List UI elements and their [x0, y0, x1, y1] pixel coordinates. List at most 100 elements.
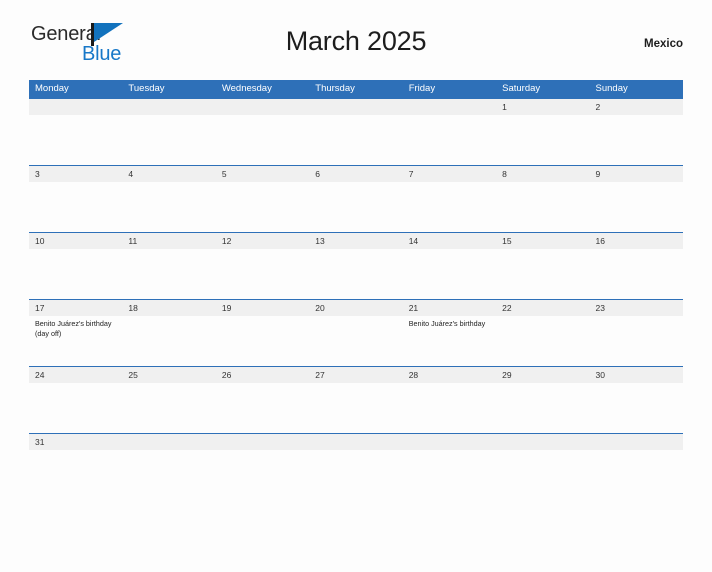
day-number [122, 434, 216, 450]
day-events: Benito Juárez's birthday (day off) [29, 316, 122, 338]
holiday-event-label: Benito Juárez's birthday (day off) [35, 319, 112, 338]
weekday-header-saturday: Saturday [502, 83, 541, 94]
calendar-week-row: 24 25 26 27 28 29 30 [29, 366, 683, 433]
calendar-day-cell[interactable]: 31 [29, 434, 123, 453]
day-number: 14 [402, 233, 497, 249]
calendar-day-cell[interactable]: 17 Benito Juárez's birthday (day off) [29, 300, 123, 366]
day-number: 28 [402, 367, 497, 383]
day-number [589, 434, 683, 450]
calendar-day-cell[interactable]: 21 Benito Juárez's birthday [402, 300, 497, 366]
calendar-day-cell[interactable]: 30 [589, 367, 683, 433]
weekday-header-wednesday: Wednesday [221, 83, 272, 94]
day-number [402, 434, 497, 450]
day-number: 13 [309, 233, 403, 249]
day-number: 16 [589, 233, 683, 249]
day-number [402, 99, 497, 115]
day-number: 7 [402, 166, 497, 182]
calendar-weeks: 1 2 3 4 5 6 7 8 9 10 11 12 13 14 15 16 17 Benito Juárez's… [29, 98, 683, 453]
calendar-day-cell[interactable]: 2 [589, 99, 683, 165]
day-number: 8 [496, 166, 590, 182]
calendar-day-cell[interactable]: 10 [29, 233, 123, 299]
calendar-day-cell[interactable]: 25 [122, 367, 216, 433]
day-number: 29 [496, 367, 590, 383]
day-number: 3 [29, 166, 123, 182]
calendar-weekday-header: Monday Tuesday Wednesday Thursday Friday… [29, 80, 683, 98]
day-number: 30 [589, 367, 683, 383]
day-number: 12 [215, 233, 310, 249]
calendar-day-cell[interactable]: 20 [309, 300, 403, 366]
calendar-week-row: 31 [29, 433, 683, 453]
day-number [122, 99, 216, 115]
calendar-empty-cell [589, 434, 683, 453]
weekday-header-thursday: Thursday [315, 83, 355, 94]
calendar-empty-cell [496, 434, 590, 453]
day-number: 25 [122, 367, 216, 383]
calendar-day-cell[interactable]: 6 [309, 166, 403, 232]
day-number: 15 [496, 233, 590, 249]
day-number [309, 434, 403, 450]
page-header: General Blue March 2025 Mexico [29, 22, 683, 74]
weekday-header-monday: Monday [35, 83, 69, 94]
calendar-day-cell[interactable]: 8 [496, 166, 590, 232]
day-number: 24 [29, 367, 123, 383]
day-number: 9 [589, 166, 683, 182]
calendar-day-cell[interactable]: 16 [589, 233, 683, 299]
calendar-day-cell[interactable]: 26 [215, 367, 310, 433]
calendar-empty-cell [215, 99, 310, 165]
day-number [215, 434, 310, 450]
calendar-day-cell[interactable]: 15 [496, 233, 590, 299]
page-title: March 2025 [285, 26, 427, 56]
calendar-day-cell[interactable]: 29 [496, 367, 590, 433]
day-number: 10 [29, 233, 123, 249]
day-number: 4 [122, 166, 216, 182]
day-number: 2 [589, 99, 683, 115]
day-number: 21 [402, 300, 497, 316]
day-number: 6 [309, 166, 403, 182]
day-number [496, 434, 590, 450]
calendar-week-row: 10 11 12 13 14 15 16 [29, 232, 683, 299]
calendar-week-row: 3456789 [29, 165, 683, 232]
day-number: 22 [496, 300, 590, 316]
calendar-day-cell[interactable]: 4 [122, 166, 216, 232]
day-number: 26 [215, 367, 310, 383]
calendar-day-cell[interactable]: 14 [402, 233, 497, 299]
calendar-day-cell[interactable]: 11 [122, 233, 216, 299]
calendar-empty-cell [309, 99, 403, 165]
day-number: 20 [309, 300, 403, 316]
weekday-header-sunday: Sunday [595, 83, 628, 94]
calendar-day-cell[interactable]: 12 [215, 233, 310, 299]
calendar-day-cell[interactable]: 9 [589, 166, 683, 232]
day-events: Benito Juárez's birthday [403, 316, 496, 329]
day-number [29, 99, 123, 115]
calendar-day-cell[interactable]: 7 [402, 166, 497, 232]
calendar-day-cell[interactable]: 5 [215, 166, 310, 232]
day-number: 1 [496, 99, 590, 115]
holiday-event-label: Benito Juárez's birthday [408, 319, 486, 328]
day-number: 18 [122, 300, 216, 316]
calendar-day-cell[interactable]: 3 [29, 166, 123, 232]
calendar-day-cell[interactable]: 23 [589, 300, 683, 366]
calendar-empty-cell [29, 99, 123, 165]
day-number: 23 [589, 300, 683, 316]
day-number: 11 [122, 233, 216, 249]
day-number: 17 [29, 300, 123, 316]
calendar-day-cell[interactable]: 28 [402, 367, 497, 433]
calendar-day-cell[interactable]: 1 [496, 99, 590, 165]
calendar-day-cell[interactable]: 27 [309, 367, 403, 433]
calendar-day-cell[interactable]: 24 [29, 367, 123, 433]
calendar-day-cell[interactable]: 18 [122, 300, 216, 366]
calendar-empty-cell [309, 434, 403, 453]
calendar-empty-cell [122, 434, 216, 453]
calendar-day-cell[interactable]: 22 [496, 300, 590, 366]
calendar-empty-cell [402, 434, 497, 453]
calendar-table: Monday Tuesday Wednesday Thursday Friday… [29, 80, 683, 453]
weekday-header-friday: Friday [408, 83, 436, 94]
calendar-empty-cell [402, 99, 497, 165]
country-label: Mexico [644, 38, 683, 50]
day-number: 27 [309, 367, 403, 383]
calendar-day-cell[interactable]: 13 [309, 233, 403, 299]
calendar-week-row: 17 Benito Juárez's birthday (day off) 18 19… [29, 299, 683, 366]
calendar-day-cell[interactable]: 19 [215, 300, 310, 366]
calendar-week-row: 12 [29, 98, 683, 165]
day-number [215, 99, 310, 115]
